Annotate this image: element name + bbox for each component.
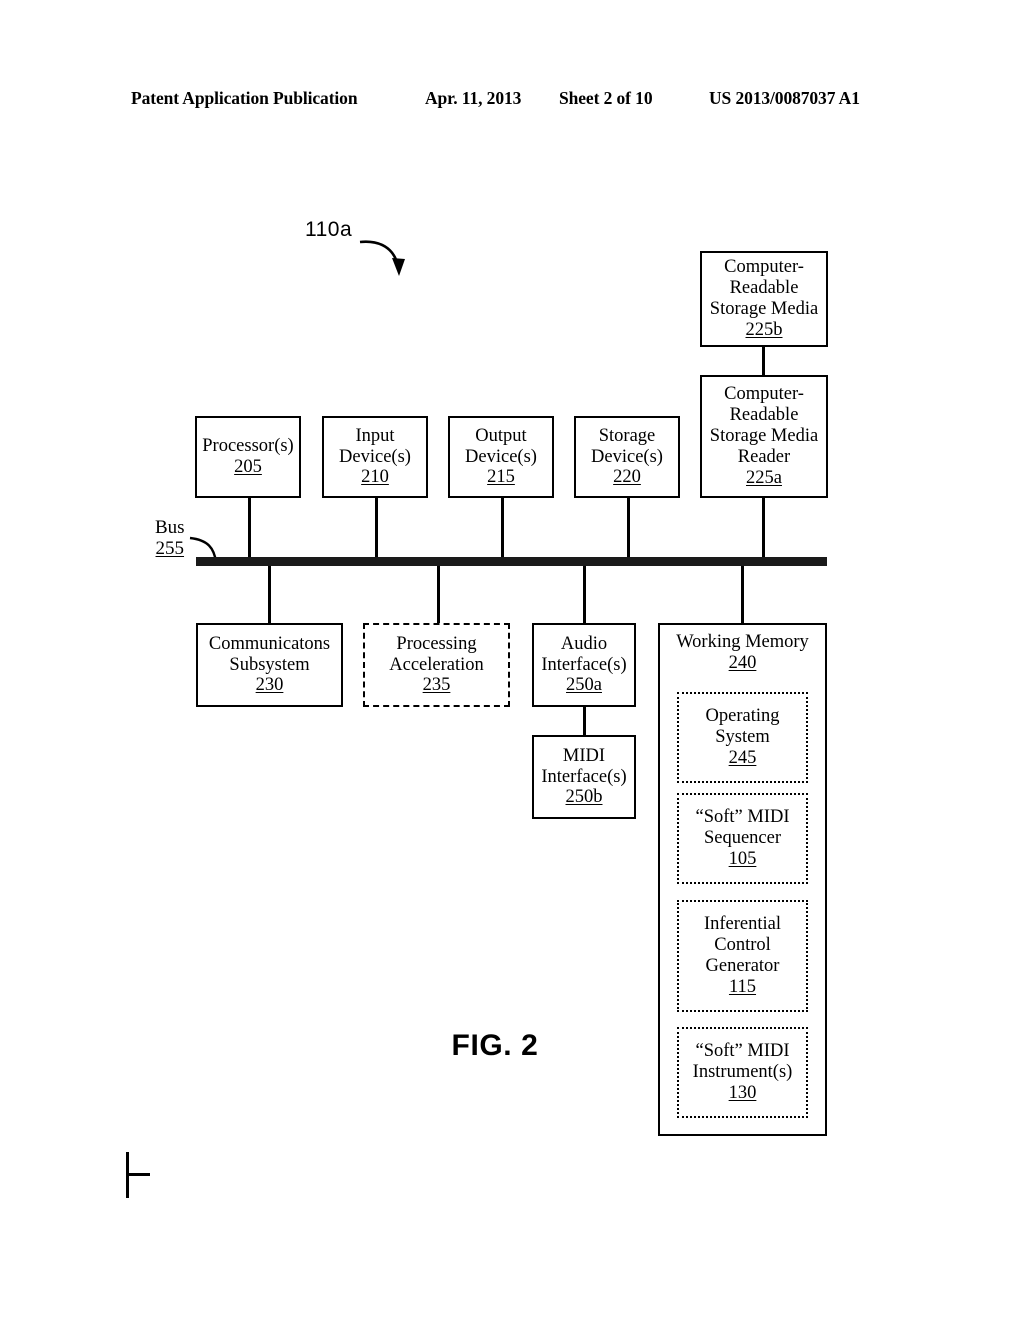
node-line-2: Readable (729, 278, 799, 299)
connector-storage-media-to-reader (762, 347, 765, 375)
crop-mark-horizontal (126, 1173, 150, 1176)
node-ref: 230 (255, 675, 284, 696)
node-line-1: Communicatons (208, 633, 331, 654)
node-computer-readable-storage-media: Computer- Readable Storage Media 225b (700, 251, 828, 347)
node-operating-system: Operating System 245 (677, 692, 808, 783)
connector-bus-to-communications (268, 566, 271, 623)
node-line-1: “Soft” MIDI (695, 807, 790, 828)
system-reference-label: 110a (305, 218, 353, 241)
node-ref: 115 (728, 976, 757, 997)
node-ref: 220 (613, 467, 641, 488)
node-storage-device: Storage Device(s) 220 (574, 416, 680, 498)
node-inferential-control-generator: Inferential Control Generator 115 (677, 900, 808, 1012)
node-ref: 250a (566, 675, 602, 696)
node-line-2: Instrument(s) (692, 1062, 793, 1083)
connector-storage-device-to-bus (627, 498, 630, 561)
bus-label: Bus 255 (155, 517, 185, 560)
node-audio-interface: Audio Interface(s) 250a (532, 623, 636, 707)
node-line-2: Interface(s) (541, 766, 627, 787)
node-ref: 205 (234, 457, 262, 477)
connector-output-device-to-bus (501, 498, 504, 561)
node-ref: 250b (565, 787, 603, 808)
node-processor: Processor(s) 205 (195, 416, 301, 498)
node-line-4: Reader (737, 446, 791, 467)
node-communications-subsystem: Communicatons Subsystem 230 (196, 623, 343, 707)
node-ref: 235 (422, 675, 451, 696)
node-line-2: Readable (729, 405, 799, 426)
patent-figure-2: 110a Computer- Readable Storage Media 22… (0, 0, 1024, 1320)
connector-audio-to-midi-interface (583, 707, 586, 735)
node-ref: 215 (487, 467, 515, 488)
node-line-2: Interface(s) (541, 654, 627, 675)
node-line-3: Storage Media (709, 426, 819, 447)
node-output-device: Output Device(s) 215 (448, 416, 554, 498)
node-ref: 240 (728, 652, 757, 673)
node-line-1: Computer- (724, 384, 804, 405)
node-line-1: Operating (705, 706, 780, 727)
registration-crop-mark (126, 1152, 150, 1198)
node-line-1: MIDI (562, 745, 606, 766)
node-line-2: Control (714, 935, 771, 956)
node-ref: 225b (745, 319, 783, 340)
node-line-1: Audio (560, 633, 608, 654)
node-line-2: Device(s) (591, 446, 663, 467)
node-line-2: Device(s) (465, 446, 537, 467)
bus-label-ref: 255 (155, 538, 185, 560)
node-ref: 225a (746, 467, 782, 488)
node-line-1: Processor(s) (202, 436, 294, 457)
node-line-3: Storage Media (709, 299, 819, 319)
connector-input-device-to-bus (375, 498, 378, 561)
node-ref: 130 (728, 1082, 757, 1103)
node-ref: 245 (728, 747, 757, 768)
node-input-device: Input Device(s) 210 (322, 416, 428, 498)
node-midi-interface: MIDI Interface(s) 250b (532, 735, 636, 819)
node-line-1: Working Memory (676, 632, 809, 652)
bus-label-text: Bus (155, 517, 185, 538)
node-ref: 210 (361, 467, 389, 488)
node-line-1: “Soft” MIDI (695, 1041, 790, 1062)
node-line-1: Storage (598, 425, 656, 446)
node-line-1: Computer- (724, 257, 804, 278)
node-line-1: Input (355, 425, 395, 446)
connector-bus-to-audio-interface (583, 566, 586, 623)
connector-processor-to-bus (248, 498, 251, 561)
connector-media-reader-to-bus (762, 498, 765, 561)
node-soft-midi-sequencer: “Soft” MIDI Sequencer 105 (677, 793, 808, 884)
node-line-2: Subsystem (229, 654, 310, 675)
node-soft-midi-instruments: “Soft” MIDI Instrument(s) 130 (677, 1027, 808, 1118)
figure-caption: FIG. 2 (451, 1029, 539, 1062)
node-line-2: Device(s) (339, 446, 411, 467)
node-line-3: Generator (705, 956, 780, 976)
node-line-2: System (715, 727, 770, 748)
node-line-2: Acceleration (389, 654, 484, 675)
node-ref: 105 (728, 848, 757, 869)
node-processing-acceleration: Processing Acceleration 235 (363, 623, 510, 707)
connector-bus-to-processing-accel (437, 566, 440, 623)
node-line-1: Output (475, 425, 527, 446)
node-line-2: Sequencer (703, 828, 782, 849)
system-bus-bar (196, 557, 827, 566)
node-line-1: Inferential (703, 914, 782, 935)
node-storage-media-reader: Computer- Readable Storage Media Reader … (700, 375, 828, 498)
connector-bus-to-working-memory (741, 566, 744, 623)
node-line-1: Processing (396, 633, 477, 654)
system-leader-arrow (359, 240, 405, 276)
